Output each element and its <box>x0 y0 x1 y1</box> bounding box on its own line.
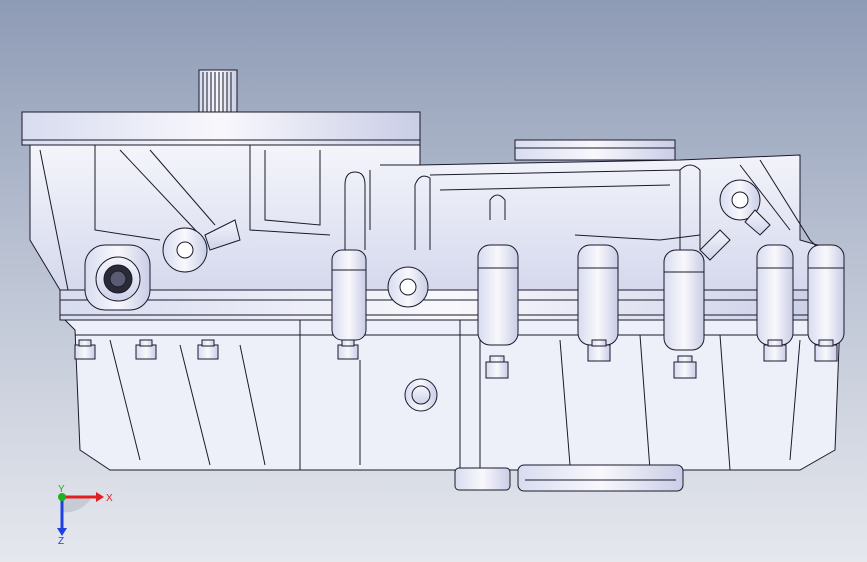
sensor-plug-1 <box>162 227 208 273</box>
cad-viewport[interactable]: X Y Z <box>0 0 867 562</box>
z-axis-label: Z <box>58 536 64 547</box>
solenoid-6 <box>807 244 845 346</box>
solenoid-5 <box>756 244 794 346</box>
solenoid-2 <box>477 244 519 346</box>
input-shaft-spline <box>198 69 238 115</box>
lower-housing <box>63 319 841 471</box>
axis-triad: X Y Z <box>57 484 113 547</box>
sensor-plug-2 <box>387 266 429 308</box>
top-cylinder <box>514 139 676 161</box>
left-port <box>84 244 151 311</box>
bottom-boss-2 <box>517 464 684 492</box>
solenoid-3 <box>577 244 619 346</box>
y-axis-label: Y <box>58 484 65 495</box>
drain-plug <box>404 378 438 412</box>
solenoid-1 <box>331 249 367 341</box>
gearbox-model[interactable]: X Y Z <box>0 0 867 562</box>
solenoid-4 <box>663 249 705 351</box>
x-axis-label: X <box>106 493 113 504</box>
bottom-boss-1 <box>454 467 511 491</box>
